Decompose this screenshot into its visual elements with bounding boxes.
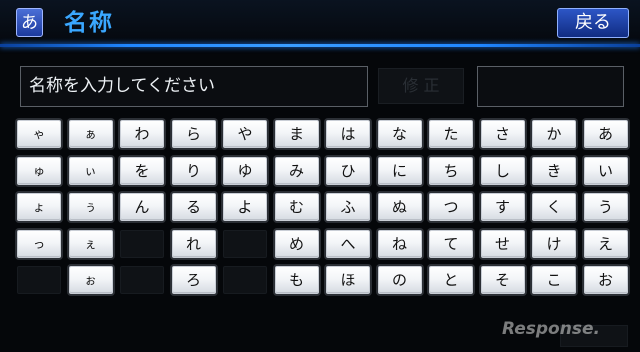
kana-key-empty <box>223 229 267 258</box>
kana-key[interactable]: の <box>377 266 422 294</box>
kana-key[interactable]: や <box>223 120 267 148</box>
kana-key[interactable]: ん <box>120 193 164 221</box>
kana-key[interactable]: ね <box>377 229 422 258</box>
title-bar-divider <box>0 44 640 47</box>
kana-key[interactable]: つ <box>429 193 473 221</box>
kana-key[interactable]: を <box>120 156 164 185</box>
kana-key-empty <box>223 266 267 294</box>
kana-key[interactable]: ろ <box>171 266 216 294</box>
kana-key[interactable]: も <box>274 266 319 294</box>
kana-key[interactable]: な <box>377 120 422 148</box>
kana-key[interactable]: わ <box>120 120 164 148</box>
name-input-field[interactable]: 名称を入力してください <box>20 66 368 107</box>
kana-key-empty <box>17 266 61 294</box>
back-button[interactable]: 戻る <box>557 8 629 38</box>
input-preview-field <box>477 66 624 107</box>
kana-key[interactable]: ぃ <box>68 156 113 185</box>
kana-key[interactable]: よ <box>223 193 267 221</box>
kana-key[interactable]: は <box>326 120 370 148</box>
kana-key[interactable]: け <box>532 229 576 258</box>
kana-key[interactable]: り <box>171 156 216 185</box>
kana-key[interactable]: て <box>429 229 473 258</box>
kana-key[interactable]: ゃ <box>17 120 61 148</box>
kana-key[interactable]: ぁ <box>68 120 113 148</box>
kana-key-empty <box>120 229 164 258</box>
kana-key[interactable]: ぉ <box>68 266 113 294</box>
kana-key[interactable]: ま <box>274 120 319 148</box>
kana-key[interactable]: と <box>429 266 473 294</box>
kana-key[interactable]: し <box>480 156 525 185</box>
page-title: 名称 <box>64 10 114 36</box>
kana-key[interactable]: へ <box>326 229 370 258</box>
kana-key[interactable]: お <box>583 266 628 294</box>
kana-key[interactable]: ぬ <box>377 193 422 221</box>
kana-key[interactable]: ひ <box>326 156 370 185</box>
kana-key[interactable]: う <box>583 193 628 221</box>
kana-key[interactable]: っ <box>17 229 61 258</box>
kana-key[interactable]: あ <box>583 120 628 148</box>
kana-key[interactable]: ぅ <box>68 193 113 221</box>
kana-key[interactable]: ふ <box>326 193 370 221</box>
kana-key[interactable]: ら <box>171 120 216 148</box>
hiragana-mode-icon[interactable]: あ <box>16 8 43 37</box>
kana-key[interactable]: え <box>583 229 628 258</box>
kana-key[interactable]: れ <box>171 229 216 258</box>
kana-key[interactable]: ほ <box>326 266 370 294</box>
kana-key[interactable]: ゆ <box>223 156 267 185</box>
kana-key[interactable]: む <box>274 193 319 221</box>
kana-key[interactable]: こ <box>532 266 576 294</box>
kana-key[interactable]: か <box>532 120 576 148</box>
kana-key[interactable]: き <box>532 156 576 185</box>
fix-button: 修 正 <box>378 68 464 104</box>
kana-key[interactable]: に <box>377 156 422 185</box>
kana-key[interactable]: ぇ <box>68 229 113 258</box>
kana-key[interactable]: み <box>274 156 319 185</box>
kana-key[interactable]: く <box>532 193 576 221</box>
kana-key[interactable]: る <box>171 193 216 221</box>
kana-key[interactable]: そ <box>480 266 525 294</box>
kana-key-empty <box>120 266 164 294</box>
kana-key[interactable]: せ <box>480 229 525 258</box>
kana-key[interactable]: め <box>274 229 319 258</box>
kana-key[interactable]: す <box>480 193 525 221</box>
kana-key[interactable]: い <box>583 156 628 185</box>
kana-key[interactable]: た <box>429 120 473 148</box>
kana-key[interactable]: ち <box>429 156 473 185</box>
watermark-logo: Response. <box>502 319 600 339</box>
kana-key[interactable]: ょ <box>17 193 61 221</box>
kana-key[interactable]: ゅ <box>17 156 61 185</box>
kana-key[interactable]: さ <box>480 120 525 148</box>
